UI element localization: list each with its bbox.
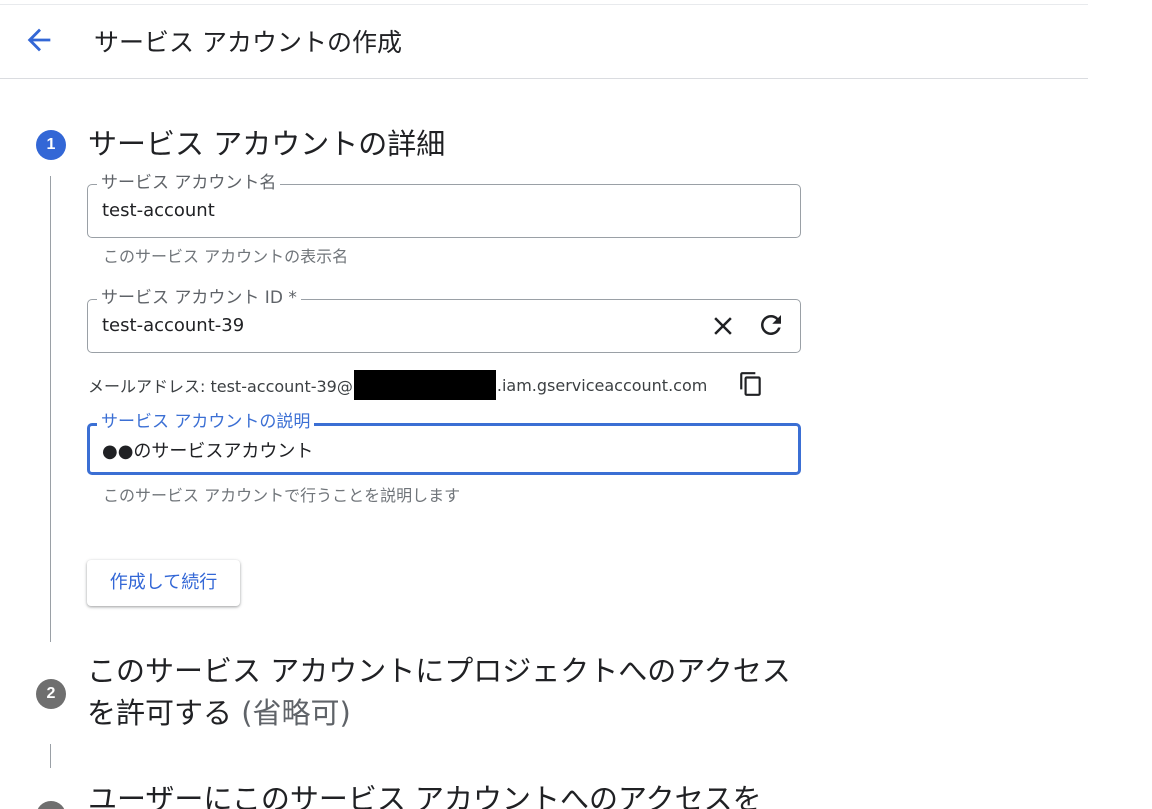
step-2-title-main: このサービス アカウントにプロジェクトへのアクセスを許可する [87,654,791,730]
service-account-id-label: サービス アカウント ID * [97,288,301,308]
back-button[interactable] [22,23,56,57]
step-3-title: ユーザーにこのサービス アカウントへのアクセスを [88,782,762,809]
redacted-project-id [353,370,496,400]
service-account-name-field[interactable]: サービス アカウント名 test-account [87,173,801,238]
step-1-title: サービス アカウントの詳細 [88,127,446,161]
regenerate-id-button[interactable] [756,310,786,340]
step-2-title: このサービス アカウントにプロジェクトへのアクセスを許可する (省略可) [87,650,792,734]
email-address-line: メールアドレス: test-account-39@ .iam.gserviceac… [88,370,708,400]
copy-email-button[interactable] [738,371,764,397]
service-account-description-value[interactable]: ●●のサービスアカウント [102,437,313,463]
step-2-badge: 2 [36,679,66,709]
step-connector [50,176,51,642]
service-account-id-field[interactable]: サービス アカウント ID * test-account-39 [87,288,801,353]
service-account-description-label: サービス アカウントの説明 [97,412,315,432]
step-3-badge: 3 [36,801,66,809]
service-account-description-helper: このサービス アカウントで行うことを説明します [103,486,461,505]
service-account-name-value[interactable]: test-account [102,200,215,221]
step-connector [50,744,51,768]
service-account-name-helper: このサービス アカウントの表示名 [103,247,349,266]
service-account-name-label: サービス アカウント名 [97,173,281,193]
refresh-icon [761,315,781,335]
top-app-bar: サービス アカウントの作成 [0,4,1088,79]
email-prefix: メールアドレス: test-account-39@ [88,377,353,396]
email-suffix: .iam.gserviceaccount.com [496,375,708,395]
service-account-description-field[interactable]: サービス アカウントの説明 ●●のサービスアカウント [87,412,801,475]
copy-icon [740,372,761,396]
create-and-continue-button[interactable]: 作成して続行 [87,560,240,606]
close-icon [714,317,732,335]
step-1-badge: 1 [36,130,66,160]
arrow-back-icon [27,28,51,52]
service-account-id-value[interactable]: test-account-39 [102,315,244,336]
step-2-optional: (省略可) [241,696,351,730]
clear-id-button[interactable] [708,311,738,341]
page-title: サービス アカウントの作成 [94,28,402,57]
